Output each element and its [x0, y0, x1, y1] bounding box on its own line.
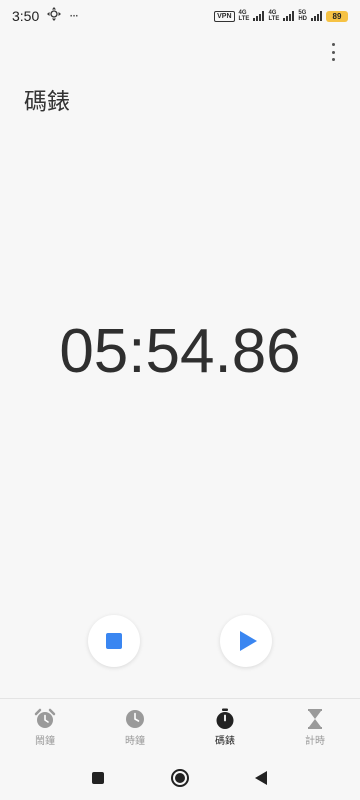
signal-strength-icon [283, 11, 295, 21]
more-notifications-icon: ··· [69, 9, 79, 23]
nav-item-stopwatch[interactable]: 碼錶 [180, 699, 270, 747]
stop-button[interactable] [88, 615, 140, 667]
page-title: 碼錶 [24, 89, 70, 115]
stopwatch-icon [214, 708, 236, 730]
clock-icon [124, 708, 146, 730]
home-icon [171, 769, 189, 787]
home-button[interactable] [165, 763, 195, 793]
play-button[interactable] [220, 615, 272, 667]
battery-indicator: 89 [326, 10, 348, 22]
recent-apps-button[interactable] [83, 763, 113, 793]
signal-strength-icon [253, 11, 265, 21]
nav-label-timer: 計時 [305, 736, 325, 747]
nav-item-timer[interactable]: 計時 [270, 699, 360, 747]
stop-icon [106, 633, 122, 649]
network-badge-1: 4G LTE [238, 10, 250, 22]
status-bar: 3:50 ··· VPN 4G LTE 4G LTE 5G HD 89 [0, 0, 360, 32]
nav-label-stopwatch: 碼錶 [215, 736, 235, 747]
signal-strength-icon [311, 11, 322, 21]
nav-label-alarm: 鬧鐘 [35, 736, 55, 747]
back-icon [255, 771, 267, 785]
nav-label-clock: 時鐘 [125, 736, 145, 747]
nav-item-alarm[interactable]: 鬧鐘 [0, 699, 90, 747]
move-arrows-icon [47, 7, 62, 25]
network-badge-3: 5G HD [298, 10, 307, 22]
bottom-nav: 鬧鐘 時鐘 碼錶 計時 [0, 699, 360, 751]
alarm-clock-icon [34, 708, 56, 730]
nav-item-clock[interactable]: 時鐘 [90, 699, 180, 747]
elapsed-time: 05:54.86 [59, 317, 301, 386]
network-badge-2: 4G LTE [268, 10, 280, 22]
vpn-badge: VPN [214, 10, 235, 22]
status-time: 3:50 [12, 8, 40, 24]
play-icon [239, 631, 257, 651]
recent-apps-icon [92, 772, 104, 784]
more-vert-icon[interactable] [328, 40, 338, 64]
hourglass-icon [304, 708, 326, 730]
system-nav-bar [0, 755, 360, 800]
back-button[interactable] [246, 763, 276, 793]
